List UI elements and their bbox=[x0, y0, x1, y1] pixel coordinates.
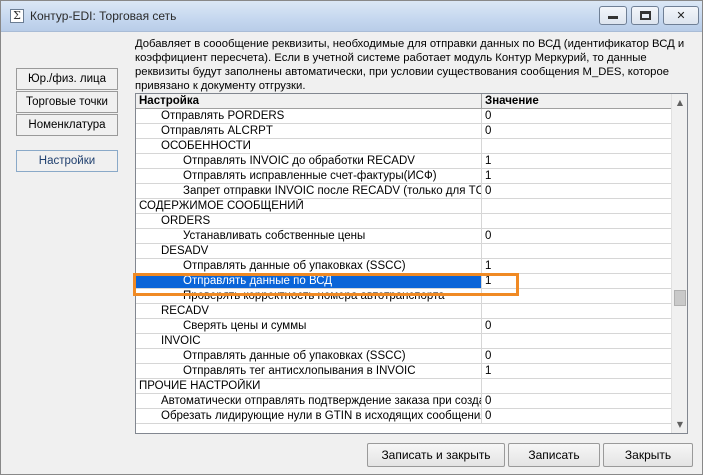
minimize-icon bbox=[608, 16, 618, 19]
table-row[interactable]: Проверять корректность номера автотрансп… bbox=[136, 289, 671, 304]
window-title: Контур-EDI: Торговая сеть bbox=[30, 9, 177, 23]
table-row[interactable]: СОДЕРЖИМОЕ СООБЩЕНИЙ bbox=[136, 199, 671, 214]
close-button[interactable]: Закрыть bbox=[603, 443, 693, 467]
table-row[interactable]: ORDERS bbox=[136, 214, 671, 229]
setting-name: Отправлять ALCRPT bbox=[136, 124, 482, 138]
setting-value[interactable]: 1 bbox=[482, 259, 671, 273]
setting-name: Отправлять тег антисхлопывания в INVOIC bbox=[136, 364, 482, 378]
setting-value[interactable]: 1 bbox=[482, 169, 671, 183]
setting-section: СОДЕРЖИМОЕ СООБЩЕНИЙ bbox=[136, 199, 482, 213]
scroll-up-arrow-icon[interactable]: ▲ bbox=[672, 94, 687, 111]
setting-value[interactable]: 0 bbox=[482, 409, 671, 423]
setting-group: INVOIC bbox=[136, 334, 482, 348]
setting-value bbox=[482, 139, 671, 153]
table-row[interactable]: ОСОБЕННОСТИ bbox=[136, 139, 671, 154]
minimize-button[interactable] bbox=[599, 6, 627, 25]
setting-value bbox=[482, 379, 671, 393]
setting-group: ORDERS bbox=[136, 214, 482, 228]
setting-name: Запрет отправки INVOIC после RECADV (тол… bbox=[136, 184, 482, 198]
setting-value[interactable]: 0 bbox=[482, 109, 671, 123]
grid-header: Настройка Значение bbox=[136, 94, 671, 109]
setting-name: Отправлять данные об упаковках (SSCC) bbox=[136, 349, 482, 363]
setting-group: RECADV bbox=[136, 304, 482, 318]
app-window: Σ Контур-EDI: Торговая сеть ✕ Добавляет … bbox=[0, 0, 703, 475]
table-row[interactable]: RECADV bbox=[136, 304, 671, 319]
vertical-scrollbar[interactable]: ▲ ▼ bbox=[671, 94, 687, 433]
setting-value bbox=[482, 334, 671, 348]
close-icon: ✕ bbox=[676, 9, 686, 22]
table-row[interactable]: Отправлять данные об упаковках (SSCC) 1 bbox=[136, 259, 671, 274]
table-row[interactable]: Сверять цены и суммы 0 bbox=[136, 319, 671, 334]
setting-value[interactable]: 0 bbox=[482, 229, 671, 243]
maximize-button[interactable] bbox=[631, 6, 659, 25]
column-header-setting[interactable]: Настройка bbox=[136, 94, 482, 109]
table-row[interactable]: Отправлять PORDERS 0 bbox=[136, 109, 671, 124]
setting-value bbox=[482, 199, 671, 213]
setting-value[interactable]: 1 bbox=[482, 154, 671, 168]
setting-value[interactable]: 0 bbox=[482, 394, 671, 408]
setting-name: Отправлять данные по ВСД bbox=[136, 274, 482, 288]
table-row[interactable]: Обрезать лидирующие нули в GTIN в исходя… bbox=[136, 409, 671, 424]
table-row[interactable]: Отправлять исправленные счет-фактуры(ИСФ… bbox=[136, 169, 671, 184]
table-row[interactable]: Устанавливать собственные цены 0 bbox=[136, 229, 671, 244]
setting-name: Отправлять данные об упаковках (SSCC) bbox=[136, 259, 482, 273]
setting-name: Проверять корректность номера автотрансп… bbox=[136, 289, 482, 303]
save-and-close-button[interactable]: Записать и закрыть bbox=[367, 443, 505, 467]
column-header-value[interactable]: Значение bbox=[482, 94, 671, 109]
setting-description: Добавляет в соообщение реквизиты, необхо… bbox=[135, 38, 685, 92]
setting-value bbox=[482, 244, 671, 258]
table-row[interactable]: Отправлять INVOIC до обработки RECADV 1 bbox=[136, 154, 671, 169]
setting-name: Автоматически отправлять подтверждение з… bbox=[136, 394, 482, 408]
close-window-button[interactable]: ✕ bbox=[663, 6, 699, 25]
table-row[interactable]: INVOIC bbox=[136, 334, 671, 349]
setting-group: DESADV bbox=[136, 244, 482, 258]
nav-legal-entities-button[interactable]: Юр./физ. лица bbox=[16, 68, 118, 90]
setting-group: ОСОБЕННОСТИ bbox=[136, 139, 482, 153]
scroll-down-arrow-icon[interactable]: ▼ bbox=[672, 416, 687, 433]
setting-section: ПРОЧИЕ НАСТРОЙКИ bbox=[136, 379, 482, 393]
title-bar[interactable]: Σ Контур-EDI: Торговая сеть ✕ bbox=[1, 1, 702, 32]
setting-value[interactable]: 0 bbox=[482, 124, 671, 138]
table-row[interactable]: Запрет отправки INVOIC после RECADV (тол… bbox=[136, 184, 671, 199]
table-row[interactable]: DESADV bbox=[136, 244, 671, 259]
maximize-icon bbox=[639, 11, 651, 20]
setting-value[interactable]: 1 bbox=[482, 274, 671, 288]
setting-value[interactable] bbox=[482, 289, 671, 303]
setting-value bbox=[482, 304, 671, 318]
table-row-selected[interactable]: Отправлять данные по ВСД 1 bbox=[136, 274, 671, 289]
nav-settings-button[interactable]: Настройки bbox=[16, 150, 118, 172]
scrollbar-thumb[interactable] bbox=[674, 290, 686, 307]
setting-name: Отправлять INVOIC до обработки RECADV bbox=[136, 154, 482, 168]
table-row[interactable]: ПРОЧИЕ НАСТРОЙКИ bbox=[136, 379, 671, 394]
client-area: Добавляет в соообщение реквизиты, необхо… bbox=[8, 32, 697, 470]
save-button[interactable]: Записать bbox=[508, 443, 600, 467]
table-row[interactable]: Отправлять тег антисхлопывания в INVOIC 1 bbox=[136, 364, 671, 379]
setting-name: Сверять цены и суммы bbox=[136, 319, 482, 333]
setting-name: Отправлять исправленные счет-фактуры(ИСФ… bbox=[136, 169, 482, 183]
app-icon: Σ bbox=[10, 9, 24, 23]
table-row[interactable]: Отправлять ALCRPT 0 bbox=[136, 124, 671, 139]
table-row[interactable]: Автоматически отправлять подтверждение з… bbox=[136, 394, 671, 409]
setting-name: Отправлять PORDERS bbox=[136, 109, 482, 123]
setting-name: Устанавливать собственные цены bbox=[136, 229, 482, 243]
nav-outlets-button[interactable]: Торговые точки bbox=[16, 91, 118, 113]
setting-value[interactable]: 0 bbox=[482, 319, 671, 333]
setting-value bbox=[482, 214, 671, 228]
setting-value[interactable]: 0 bbox=[482, 184, 671, 198]
nav-nomenclature-button[interactable]: Номенклатура bbox=[16, 114, 118, 136]
settings-grid[interactable]: Настройка Значение Отправлять PORDERS 0 О… bbox=[135, 93, 688, 434]
table-row[interactable]: Отправлять данные об упаковках (SSCC) 0 bbox=[136, 349, 671, 364]
grid-rows: Отправлять PORDERS 0 Отправлять ALCRPT 0 О… bbox=[136, 109, 671, 424]
setting-value[interactable]: 1 bbox=[482, 364, 671, 378]
setting-value[interactable]: 0 bbox=[482, 349, 671, 363]
setting-name: Обрезать лидирующие нули в GTIN в исходя… bbox=[136, 409, 482, 423]
